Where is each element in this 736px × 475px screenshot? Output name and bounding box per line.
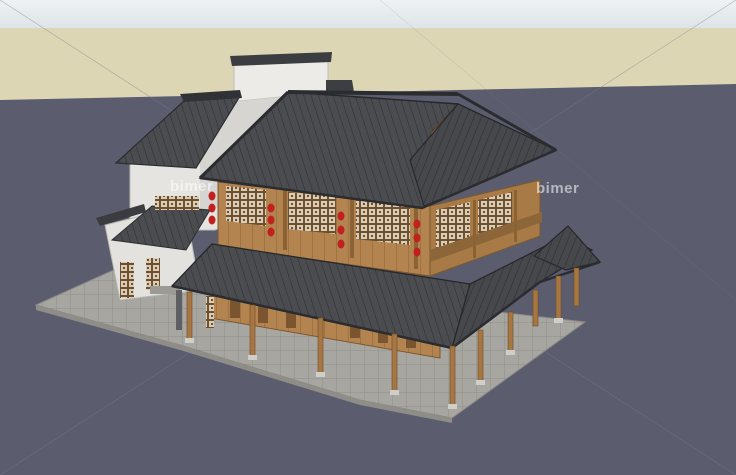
watermark-right: bimer xyxy=(536,180,580,197)
lattice-door xyxy=(120,262,134,298)
lattice-post xyxy=(206,296,214,328)
watermark-left: bimer xyxy=(170,178,214,195)
lattice-post xyxy=(176,290,182,330)
upper-eave xyxy=(326,80,354,92)
balcony-railing xyxy=(155,196,199,210)
lattice-window xyxy=(226,186,266,226)
sky xyxy=(0,0,736,30)
lattice-door xyxy=(146,258,160,290)
sketchup-model-render xyxy=(0,0,736,475)
lattice-window xyxy=(288,192,336,234)
roof-ridge xyxy=(287,90,459,96)
